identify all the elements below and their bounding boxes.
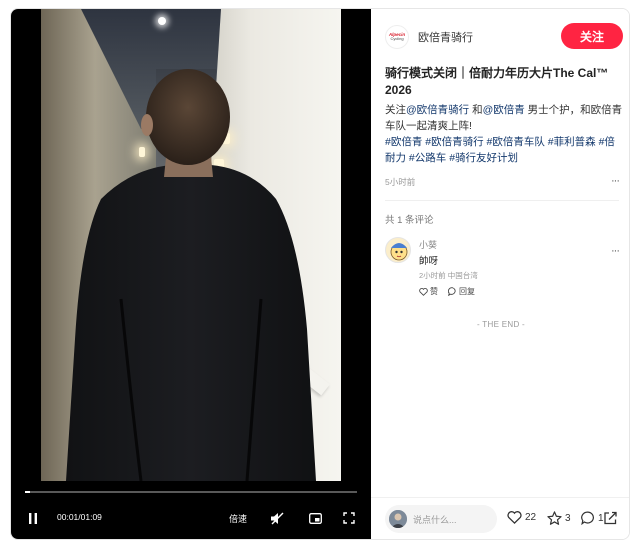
- hashtag-link[interactable]: #菲利普森: [548, 136, 596, 148]
- cartoon-avatar-icon: [386, 238, 410, 262]
- share-icon: [604, 511, 617, 525]
- hashtag-link[interactable]: #欧倍青骑行: [425, 136, 483, 148]
- pip-button[interactable]: [307, 510, 323, 526]
- hashtag-link[interactable]: #公路车: [409, 152, 446, 164]
- comment-bubble-icon: [581, 511, 594, 525]
- like-count: 22: [525, 512, 537, 523]
- comment-item: 小葵 ··· 帥呀 2小时前 中国台湾 赞 回复: [385, 237, 625, 307]
- volume-muted-icon: [271, 512, 284, 524]
- comment-input[interactable]: 说点什么...: [385, 505, 497, 533]
- like-label: 赞: [430, 287, 438, 296]
- author-avatar[interactable]: Alpecin Cycling: [385, 25, 409, 49]
- like-button[interactable]: 22: [507, 511, 536, 524]
- desc-text: 和: [469, 104, 483, 116]
- hashtag-link[interactable]: #骑行友好计划: [449, 152, 518, 164]
- collect-count: 3: [565, 512, 571, 524]
- reply-bubble-icon: [448, 287, 456, 296]
- comment-reply-button[interactable]: 回复: [448, 286, 475, 297]
- comment-count: 共 1 条评论: [385, 215, 434, 226]
- video-progress-fill: [25, 491, 30, 493]
- picture-in-picture-icon: [308, 512, 322, 524]
- hashtag-link[interactable]: #欧倍青车队: [487, 136, 545, 148]
- share-button[interactable]: [603, 511, 618, 530]
- speed-button[interactable]: 倍速: [229, 512, 247, 525]
- author-name[interactable]: 欧倍青骑行: [418, 29, 473, 45]
- post-more-button[interactable]: ···: [611, 175, 620, 187]
- collect-button[interactable]: 3: [547, 511, 571, 525]
- comment-placeholder: 说点什么...: [413, 514, 457, 525]
- mention-link[interactable]: @欧倍青骑行: [406, 104, 469, 116]
- pause-button[interactable]: [25, 510, 41, 526]
- post-time: 5小时前: [385, 177, 416, 187]
- comment-text: 帥呀: [419, 256, 439, 267]
- commenter-name[interactable]: 小葵: [419, 238, 437, 251]
- comment-actions: 赞 回复: [419, 286, 475, 297]
- desc-text: 关注: [385, 104, 406, 116]
- engagement-bar: 说点什么... 22 3 1: [371, 497, 629, 539]
- comment-button[interactable]: 1: [581, 511, 604, 525]
- volume-button[interactable]: [269, 510, 285, 526]
- post-detail-panel: Alpecin Cycling 欧倍青骑行 关注 骑行模式关闭｜倍耐力年历大片T…: [371, 9, 629, 539]
- reply-label: 回复: [459, 287, 475, 296]
- commenter-avatar[interactable]: [385, 237, 411, 263]
- video-frame: [41, 9, 341, 481]
- fullscreen-icon: [343, 512, 355, 524]
- pause-icon: [29, 512, 37, 524]
- person-silhouette: [66, 69, 316, 481]
- heart-icon: [419, 287, 428, 296]
- mention-link[interactable]: @欧倍青: [483, 104, 525, 116]
- post-description: 关注@欧倍青骑行 和@欧倍青 男士个护，和欧倍青车队一起清爽上阵! #欧倍青 #…: [385, 102, 623, 166]
- follow-button[interactable]: 关注: [561, 23, 623, 49]
- user-avatar: [389, 510, 407, 528]
- heart-icon: [507, 511, 522, 524]
- star-icon: [547, 511, 562, 525]
- video-progress-bar[interactable]: [25, 491, 357, 493]
- hashtag-link[interactable]: #欧倍青: [385, 136, 422, 148]
- video-controls: 00:01/01:09 倍速: [11, 503, 371, 533]
- video-time: 00:01/01:09: [57, 512, 102, 522]
- video-player[interactable]: 00:01/01:09 倍速: [11, 9, 371, 539]
- end-marker: - THE END -: [476, 320, 526, 329]
- author-row: Alpecin Cycling 欧倍青骑行 关注: [385, 23, 625, 51]
- comment-meta: 2小时前 中国台湾: [419, 271, 478, 280]
- post-title: 骑行模式关闭｜倍耐力年历大片The Cal™ 2026: [385, 66, 609, 97]
- logo-subtext: Cycling: [390, 36, 404, 42]
- fullscreen-button[interactable]: [341, 510, 357, 526]
- post-card: 00:01/01:09 倍速 Alpecin Cycling 欧倍青骑行 关注 …: [10, 8, 630, 540]
- comment-more-button[interactable]: ···: [611, 245, 620, 257]
- comment-like-button[interactable]: 赞: [419, 286, 438, 297]
- divider: [385, 200, 619, 201]
- scene-ceiling-light: [158, 17, 166, 25]
- user-avatar-icon: [389, 510, 407, 528]
